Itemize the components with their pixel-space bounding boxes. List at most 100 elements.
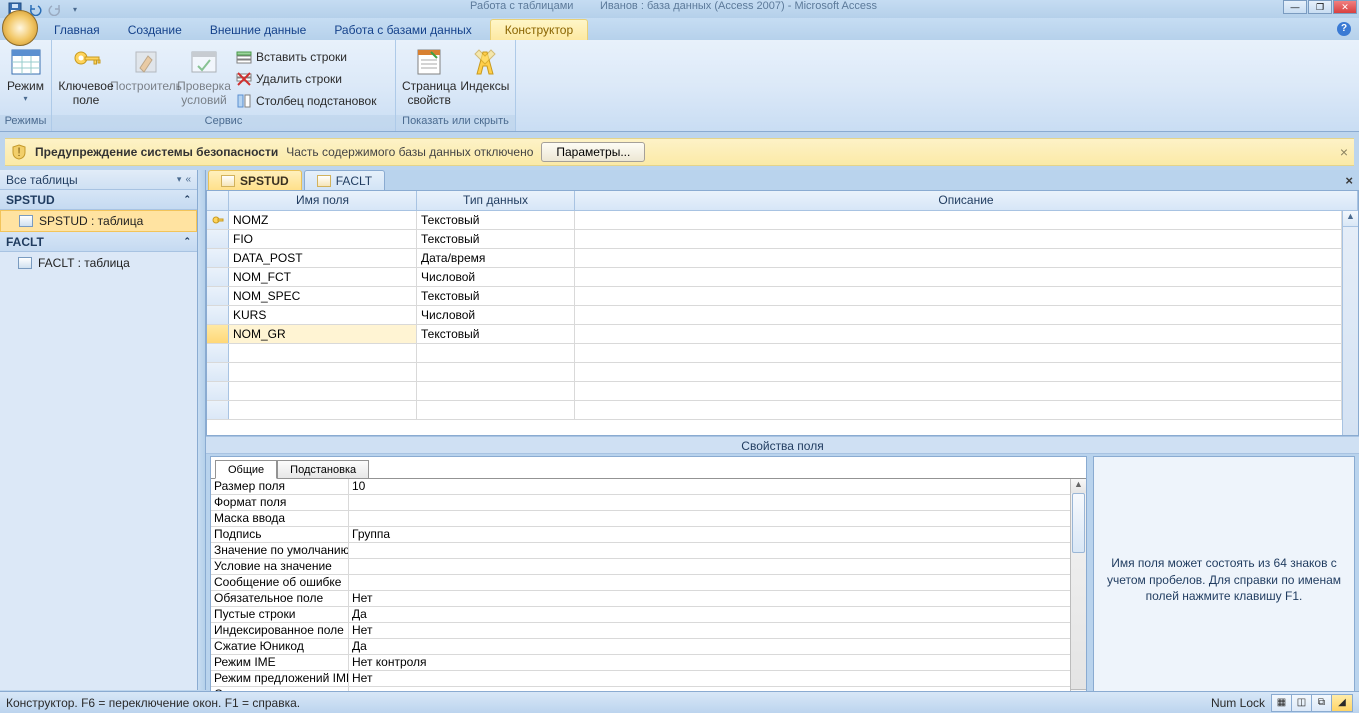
maximize-button[interactable]: ❐ xyxy=(1308,0,1332,14)
document-tab[interactable]: SPSTUD xyxy=(208,170,302,190)
row-selector[interactable] xyxy=(207,325,229,343)
row-selector[interactable] xyxy=(207,382,229,400)
table-row[interactable]: NOM_FCTЧисловой xyxy=(207,268,1342,287)
office-button[interactable] xyxy=(2,10,38,46)
field-name-cell[interactable]: NOMZ xyxy=(229,211,417,229)
property-sheet-button[interactable]: Страница свойств xyxy=(400,42,458,110)
nav-group-header[interactable]: SPSTUD⌃ xyxy=(0,190,197,210)
property-row[interactable]: Режим предложений IMEНет xyxy=(211,671,1070,687)
column-header-field-name[interactable]: Имя поля xyxy=(229,191,417,210)
design-grid-scrollbar[interactable]: ▲ xyxy=(1342,211,1358,435)
table-row[interactable] xyxy=(207,363,1342,382)
property-value[interactable]: Нет xyxy=(349,591,1070,606)
row-selector[interactable] xyxy=(207,306,229,324)
property-value[interactable] xyxy=(349,575,1070,590)
tab-database-tools[interactable]: Работа с базами данных xyxy=(320,20,485,40)
row-selector[interactable] xyxy=(207,287,229,305)
property-row[interactable]: Пустые строкиДа xyxy=(211,607,1070,623)
table-row[interactable]: NOM_SPECТекстовый xyxy=(207,287,1342,306)
tab-external-data[interactable]: Внешние данные xyxy=(196,20,321,40)
view-datasheet-button[interactable]: ▦ xyxy=(1272,695,1292,711)
property-value[interactable]: Нет контроля xyxy=(349,655,1070,670)
view-pivottable-button[interactable]: ◫ xyxy=(1292,695,1312,711)
column-header-data-type[interactable]: Тип данных xyxy=(417,191,575,210)
column-header-description[interactable]: Описание xyxy=(575,191,1358,210)
row-selector[interactable] xyxy=(207,230,229,248)
row-selector-header[interactable] xyxy=(207,191,229,210)
tab-designer[interactable]: Конструктор xyxy=(490,19,588,40)
table-row[interactable]: FIOТекстовый xyxy=(207,230,1342,249)
property-value[interactable] xyxy=(349,543,1070,558)
table-row[interactable]: NOMZТекстовый xyxy=(207,211,1342,230)
table-row[interactable] xyxy=(207,401,1342,420)
row-selector[interactable] xyxy=(207,363,229,381)
lookup-column-button[interactable]: Столбец подстановок xyxy=(232,90,380,112)
qat-dropdown-icon[interactable]: ▾ xyxy=(66,1,84,17)
property-value[interactable] xyxy=(349,511,1070,526)
data-type-cell[interactable]: Числовой xyxy=(417,306,575,324)
indexes-button[interactable]: Индексы xyxy=(458,42,511,96)
property-row[interactable]: Сообщение об ошибке xyxy=(211,575,1070,591)
field-name-cell[interactable]: NOM_GR xyxy=(229,325,417,343)
collapse-group-icon[interactable]: ⌃ xyxy=(183,236,191,247)
data-type-cell[interactable]: Текстовый xyxy=(417,325,575,343)
description-cell[interactable] xyxy=(575,268,1342,286)
field-name-cell[interactable]: NOM_SPEC xyxy=(229,287,417,305)
data-type-cell[interactable]: Текстовый xyxy=(417,230,575,248)
property-row[interactable]: Формат поля xyxy=(211,495,1070,511)
view-pivotchart-button[interactable]: ⧉ xyxy=(1312,695,1332,711)
property-value[interactable]: Да xyxy=(349,639,1070,654)
collapse-group-icon[interactable]: ⌃ xyxy=(183,194,191,205)
property-value[interactable] xyxy=(349,495,1070,510)
property-row[interactable]: Значение по умолчанию xyxy=(211,543,1070,559)
help-icon[interactable]: ? xyxy=(1337,22,1351,36)
description-cell[interactable] xyxy=(575,230,1342,248)
row-selector[interactable] xyxy=(207,344,229,362)
view-design-button[interactable]: ◢ xyxy=(1332,695,1352,711)
description-cell[interactable] xyxy=(575,249,1342,267)
redo-icon[interactable] xyxy=(46,1,64,17)
data-type-cell[interactable]: Числовой xyxy=(417,268,575,286)
data-type-cell[interactable]: Текстовый xyxy=(417,211,575,229)
property-row[interactable]: Условие на значение xyxy=(211,559,1070,575)
document-close-button[interactable]: × xyxy=(1345,173,1353,188)
property-value[interactable]: Группа xyxy=(349,527,1070,542)
table-row[interactable] xyxy=(207,344,1342,363)
chevron-down-icon[interactable]: ▾ xyxy=(177,174,182,185)
tab-lookup[interactable]: Подстановка xyxy=(277,460,369,479)
data-type-cell[interactable]: Текстовый xyxy=(417,287,575,305)
property-value[interactable]: Да xyxy=(349,607,1070,622)
data-type-cell[interactable]: Дата/время xyxy=(417,249,575,267)
nav-splitter[interactable] xyxy=(198,170,206,690)
property-row[interactable]: Размер поля10 xyxy=(211,479,1070,495)
row-selector[interactable] xyxy=(207,211,229,229)
scroll-up-icon[interactable]: ▲ xyxy=(1071,479,1086,493)
table-row[interactable] xyxy=(207,382,1342,401)
primary-key-button[interactable]: Ключевое поле xyxy=(56,42,116,110)
field-name-cell[interactable]: FIO xyxy=(229,230,417,248)
property-row[interactable]: Обязательное полеНет xyxy=(211,591,1070,607)
description-cell[interactable] xyxy=(575,325,1342,343)
nav-item[interactable]: FACLT : таблица xyxy=(0,252,197,274)
mode-button[interactable]: Режим ▾ xyxy=(4,42,47,105)
property-value[interactable]: Нет xyxy=(349,671,1070,686)
field-name-cell[interactable]: DATA_POST xyxy=(229,249,417,267)
scroll-thumb[interactable] xyxy=(1072,493,1085,553)
property-value[interactable]: 10 xyxy=(349,479,1070,494)
property-row[interactable]: ПодписьГруппа xyxy=(211,527,1070,543)
nav-item[interactable]: SPSTUD : таблица xyxy=(0,210,197,232)
table-row[interactable]: NOM_GRТекстовый xyxy=(207,325,1342,344)
delete-rows-button[interactable]: Удалить строки xyxy=(232,68,380,90)
field-name-cell[interactable]: NOM_FCT xyxy=(229,268,417,286)
property-value[interactable] xyxy=(349,559,1070,574)
description-cell[interactable] xyxy=(575,287,1342,305)
insert-rows-button[interactable]: Вставить строки xyxy=(232,46,380,68)
table-row[interactable]: KURSЧисловой xyxy=(207,306,1342,325)
property-row[interactable]: Сжатие ЮникодДа xyxy=(211,639,1070,655)
field-name-cell[interactable]: KURS xyxy=(229,306,417,324)
tab-general[interactable]: Общие xyxy=(215,460,277,479)
security-options-button[interactable]: Параметры... xyxy=(541,142,645,162)
description-cell[interactable] xyxy=(575,211,1342,229)
row-selector[interactable] xyxy=(207,268,229,286)
description-cell[interactable] xyxy=(575,306,1342,324)
